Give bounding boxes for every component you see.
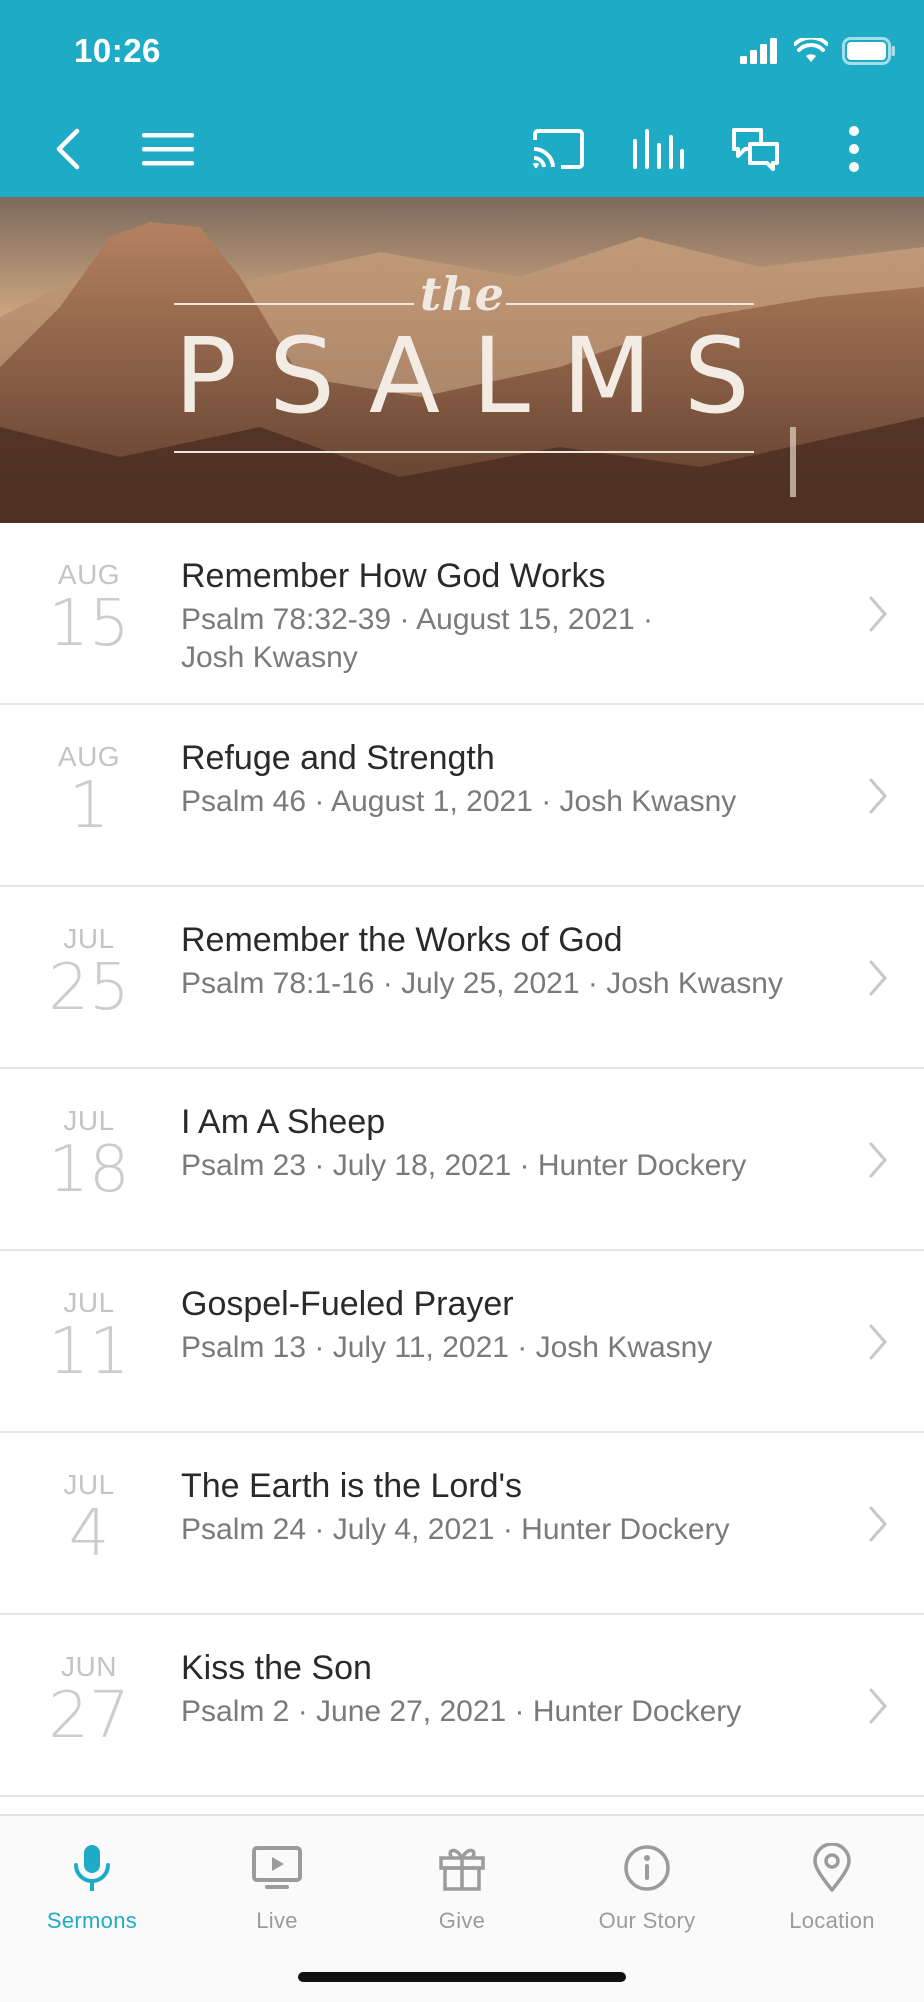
more-options-button[interactable] [830,110,878,188]
sermon-row[interactable]: JUL 11 Gospel-Fueled Prayer Psalm 13 · J… [0,1251,924,1433]
chevron-left-icon [56,128,80,170]
chat-bubbles-icon [732,128,779,171]
sermon-date: JUN 27 [38,1651,140,1749]
chevron-right-icon [869,596,887,632]
sermon-date: JUL 18 [38,1105,140,1203]
audio-button[interactable] [628,110,688,188]
sermon-date: JUL 4 [38,1469,140,1567]
cast-button[interactable] [528,110,588,188]
sermon-day: 11 [48,1315,130,1389]
sermon-row[interactable]: JUL 25 Remember the Works of God Psalm 7… [0,887,924,1069]
banner-title: PSALMS [174,315,782,437]
tab-live[interactable]: Live [185,1836,369,1934]
sermon-details: Psalm 23 · July 18, 2021 · Hunter Docker… [181,1149,747,1182]
sermon-day: 1 [68,769,110,843]
chevron-right-icon [869,1506,887,1542]
banner-subtitle: the [420,267,504,321]
location-pin-icon [813,1843,851,1892]
sermon-details: Psalm 13 · July 11, 2021 · Josh Kwasny [181,1331,713,1364]
app-header: 10:26 [0,0,924,197]
sermon-date: AUG 15 [38,559,140,657]
status-icons [740,34,896,68]
sermon-title: The Earth is the Lord's [181,1467,522,1505]
chevron-right-icon [869,960,887,996]
chevron-right-icon [869,778,887,814]
sermon-day: 27 [48,1679,130,1753]
sermon-day: 25 [48,951,130,1025]
sermon-details: Psalm 2 · June 27, 2021 · Hunter Dockery [181,1695,742,1728]
chevron-right-icon [869,1324,887,1360]
tab-our-story[interactable]: Our Story [555,1836,739,1934]
sermon-details: Psalm 46 · August 1, 2021 · Josh Kwasny [181,785,737,818]
sermon-details: Psalm 24 · July 4, 2021 · Hunter Dockery [181,1513,730,1546]
status-time: 10:26 [74,32,161,69]
sermon-row[interactable]: AUG 1 Refuge and Strength Psalm 46 · Aug… [0,705,924,887]
sermon-date: JUL 11 [38,1287,140,1385]
tab-label: Sermons [46,1908,138,1933]
sermon-title: Gospel-Fueled Prayer [181,1285,514,1323]
sermon-title: Remember the Works of God [181,921,623,959]
menu-button[interactable] [136,110,200,188]
sermon-row[interactable]: AUG 15 Remember How God Works Psalm 78:3… [0,523,924,705]
sermon-row[interactable]: JUL 18 I Am A Sheep Psalm 23 · July 18, … [0,1069,924,1251]
tab-label: Our Story [598,1908,696,1933]
tab-location[interactable]: Location [740,1836,924,1934]
tv-icon [252,1846,302,1889]
sermon-date: AUG 1 [38,741,140,839]
gift-icon [439,1848,485,1891]
sermon-day: 4 [68,1497,110,1571]
series-banner: the PSALMS [0,197,924,523]
wifi-icon [794,38,828,62]
sermon-date: JUL 25 [38,923,140,1021]
more-vertical-icon [849,126,859,172]
sermon-title: I Am A Sheep [181,1103,386,1141]
tab-sermons[interactable]: Sermons [0,1836,184,1934]
audio-bars-icon [633,129,684,169]
cast-icon [532,129,584,169]
sermon-details: Psalm 78:32-39 · August 15, 2021 · Josh … [181,603,653,674]
sermon-title: Refuge and Strength [181,739,495,777]
sermon-day: 15 [48,587,130,661]
sermon-day: 18 [48,1133,130,1207]
battery-icon [842,37,895,65]
sermon-title: Remember How God Works [181,557,606,595]
sermon-title: Kiss the Son [181,1649,372,1687]
toolbar [0,110,924,188]
tab-label: Location [789,1908,875,1933]
tab-label: Live [256,1908,298,1933]
chevron-right-icon [869,1688,887,1724]
chat-button[interactable] [726,110,786,188]
banner-rule-bottom [174,451,754,453]
tab-label: Give [438,1908,486,1933]
sermon-row[interactable]: JUL 4 The Earth is the Lord's Psalm 24 ·… [0,1433,924,1615]
home-indicator [298,1972,626,1982]
back-button[interactable] [40,110,96,188]
microphone-icon [74,1845,110,1891]
sermon-list: AUG 15 Remember How God Works Psalm 78:3… [0,523,924,1797]
tab-give[interactable]: Give [370,1836,554,1934]
cellular-signal-icon [740,38,777,64]
sermon-row[interactable]: JUN 27 Kiss the Son Psalm 2 · June 27, 2… [0,1615,924,1797]
hamburger-menu-icon [142,133,194,166]
chevron-right-icon [869,1142,887,1178]
info-icon [624,1845,670,1891]
sermon-details: Psalm 78:1-16 · July 25, 2021 · Josh Kwa… [181,967,783,1000]
